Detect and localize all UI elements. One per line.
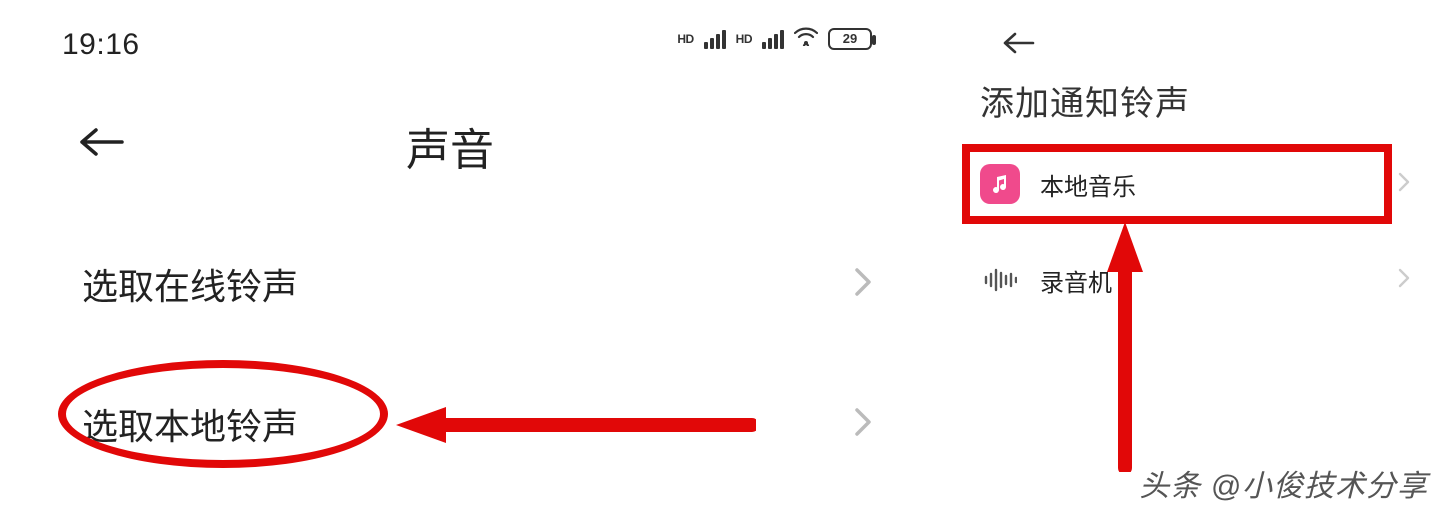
chevron-right-icon: [1398, 172, 1410, 197]
nav-bar: 声音: [0, 108, 900, 178]
page-title: 添加通知铃声: [980, 76, 1190, 125]
wifi-icon: [794, 26, 818, 51]
battery-level: 29: [843, 31, 857, 46]
chevron-right-icon: [854, 267, 872, 302]
waveform-icon: [980, 260, 1020, 300]
status-time: 19:16: [62, 28, 140, 62]
status-bar: 19:16 HD HD 29: [0, 20, 900, 68]
recorder-row[interactable]: 录音机: [980, 260, 1410, 300]
hd-indicator-2: HD: [736, 32, 752, 46]
annotation-ellipse: [58, 360, 388, 468]
signal-icon-1: [704, 29, 726, 49]
annotation-arrow-left: [396, 405, 756, 450]
battery-icon: 29: [828, 28, 872, 50]
signal-icon-2: [762, 29, 784, 49]
annotation-box: [962, 144, 1392, 224]
online-ringtone-label: 选取在线铃声: [82, 258, 298, 310]
watermark: 头条 @小俊技术分享: [1139, 461, 1428, 505]
sound-settings-screen: 19:16 HD HD 29: [0, 0, 900, 513]
page-title: 声音: [0, 114, 900, 178]
online-ringtone-row[interactable]: 选取在线铃声: [82, 258, 872, 310]
chevron-right-icon: [1398, 268, 1410, 293]
add-notification-ringtone-screen: 添加通知铃声 本地音乐: [950, 4, 1430, 509]
status-icons: HD HD 29: [677, 26, 872, 51]
back-button[interactable]: [1002, 30, 1036, 61]
recorder-label: 录音机: [1040, 263, 1398, 298]
hd-indicator-1: HD: [677, 32, 693, 46]
chevron-right-icon: [854, 407, 872, 442]
annotation-arrow-up: [1105, 222, 1145, 477]
